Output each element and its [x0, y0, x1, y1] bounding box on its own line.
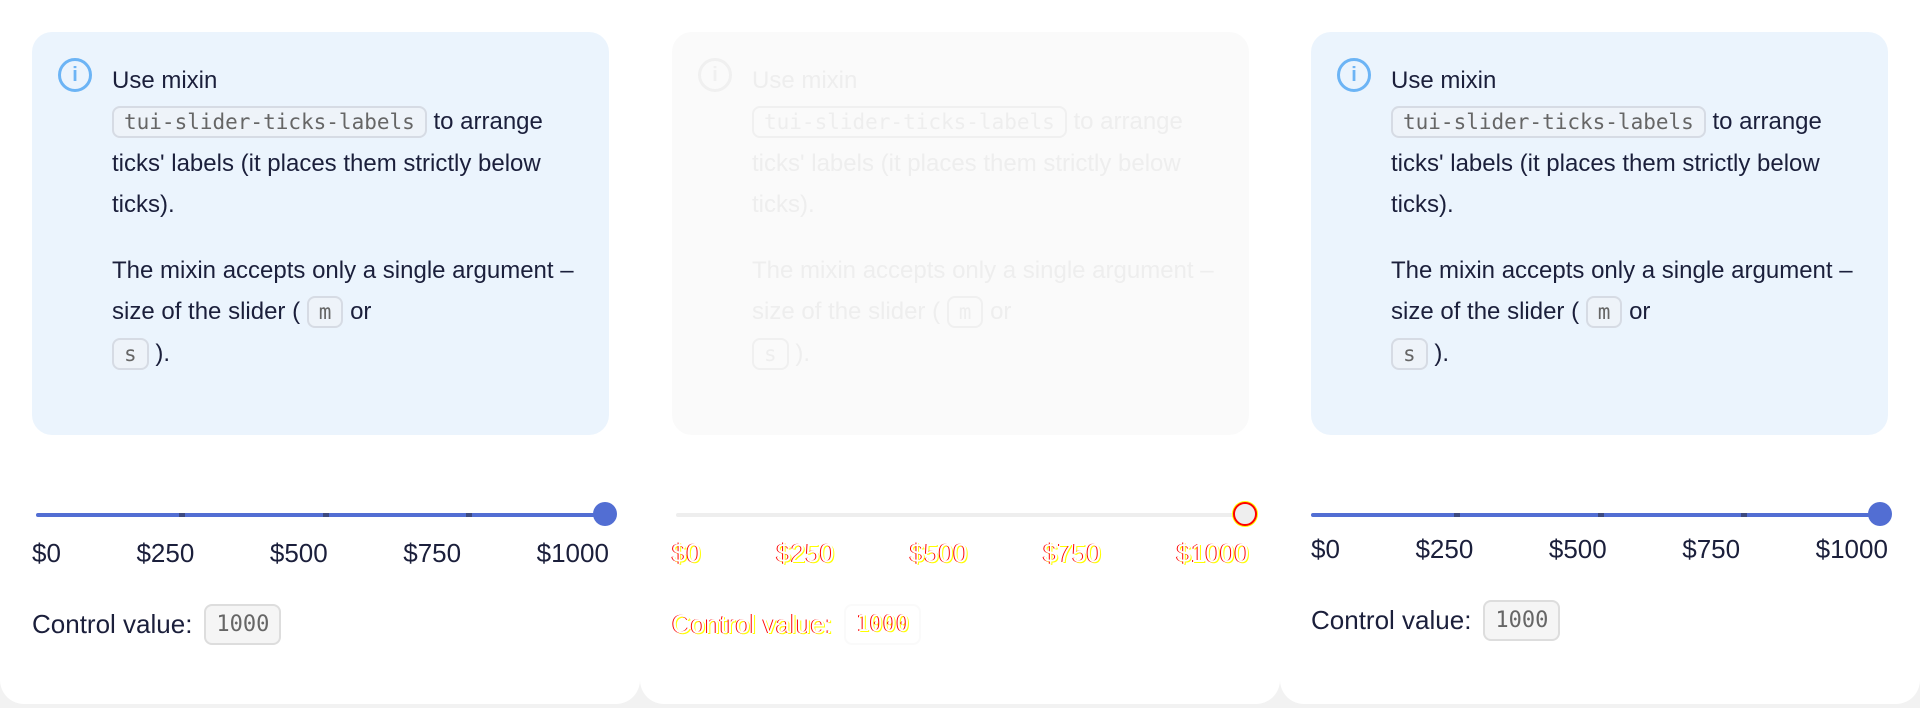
- slider-tick: [1740, 513, 1747, 517]
- demo-panel: i Use mixin tui-slider-ticks-labels to ar…: [0, 0, 640, 704]
- info-paragraph-1: Use mixin tui-slider-ticks-labels to arra…: [112, 67, 543, 218]
- control-value-display: 1000: [1483, 600, 1561, 641]
- tick-label: $500: [1548, 534, 1607, 564]
- mixin-code: tui-slider-ticks-labels: [752, 106, 1067, 138]
- slider-thumb[interactable]: [593, 502, 617, 526]
- size-s-code: s: [1391, 338, 1428, 370]
- tick-label: $1000: [536, 538, 609, 568]
- tick-label: $1000: [1176, 538, 1249, 568]
- mixin-code: tui-slider-ticks-labels: [1391, 106, 1706, 138]
- tick-label: $750: [403, 538, 462, 568]
- tick-labels: $0 $250 $500 $750 $1000: [1311, 534, 1888, 565]
- size-m-code: m: [946, 296, 984, 328]
- tick-labels: $0 $250 $500 $750 $1000: [672, 538, 1249, 569]
- tick-label: $0: [32, 538, 61, 568]
- info-paragraph-2: The mixin accepts only a single argument…: [1391, 250, 1864, 375]
- tick-label: $0: [672, 538, 701, 568]
- info-icon: i: [58, 58, 92, 92]
- control-value: Control value: 1000: [32, 604, 282, 645]
- info-paragraph-1: Use mixin tui-slider-ticks-labels to arra…: [1391, 67, 1822, 218]
- control-value-display: 1000: [844, 604, 922, 645]
- slider-tick: [1597, 513, 1604, 517]
- tick-label: $250: [1415, 534, 1474, 564]
- slider-tick: [1105, 513, 1112, 517]
- control-value-label: Control value:: [672, 609, 833, 639]
- info-notification: i Use mixin tui-slider-ticks-labels to ar…: [1311, 32, 1888, 435]
- control-value: Control value: 1000: [672, 604, 922, 645]
- tick-label: $750: [1682, 534, 1741, 564]
- info-paragraph-2: The mixin accepts only a single argument…: [112, 250, 585, 375]
- range-slider[interactable]: [36, 502, 617, 526]
- tick-label: $500: [909, 538, 968, 568]
- size-s-code: s: [752, 338, 789, 370]
- slider-thumb[interactable]: [1868, 502, 1892, 526]
- tick-label: $500: [269, 538, 328, 568]
- control-value-label: Control value:: [1311, 605, 1472, 635]
- range-slider[interactable]: [676, 502, 1257, 526]
- slider-tick: [179, 513, 186, 517]
- tick-labels: $0 $250 $500 $750 $1000: [32, 538, 609, 569]
- range-slider[interactable]: [1311, 502, 1892, 526]
- slider-tick: [962, 513, 969, 517]
- slider-tick: [465, 513, 472, 517]
- info-notification: i Use mixin tui-slider-ticks-labels to ar…: [672, 32, 1249, 435]
- info-paragraph-1: Use mixin tui-slider-ticks-labels to arra…: [752, 67, 1183, 218]
- size-s-code: s: [112, 338, 149, 370]
- demo-panel: i Use mixin tui-slider-ticks-labels to ar…: [1280, 0, 1920, 704]
- info-notification: i Use mixin tui-slider-ticks-labels to ar…: [32, 32, 609, 435]
- info-paragraph-2: The mixin accepts only a single argument…: [752, 250, 1225, 375]
- size-m-code: m: [306, 296, 344, 328]
- tick-label: $750: [1043, 538, 1102, 568]
- mixin-code: tui-slider-ticks-labels: [112, 106, 427, 138]
- tick-label: $0: [1311, 534, 1340, 564]
- tick-label: $250: [136, 538, 195, 568]
- demo-panel: i Use mixin tui-slider-ticks-labels to ar…: [640, 0, 1280, 704]
- slider-tick: [819, 513, 826, 517]
- info-icon: i: [1337, 58, 1371, 92]
- tick-label: $250: [776, 538, 835, 568]
- control-value: Control value: 1000: [1311, 600, 1561, 641]
- info-icon: i: [698, 58, 732, 92]
- slider-thumb[interactable]: [1233, 502, 1257, 526]
- tick-label: $1000: [1815, 534, 1888, 564]
- slider-tick: [322, 513, 329, 517]
- slider-tick: [1454, 513, 1461, 517]
- control-value-display: 1000: [204, 604, 282, 645]
- control-value-label: Control value:: [32, 609, 193, 639]
- size-m-code: m: [1585, 296, 1623, 328]
